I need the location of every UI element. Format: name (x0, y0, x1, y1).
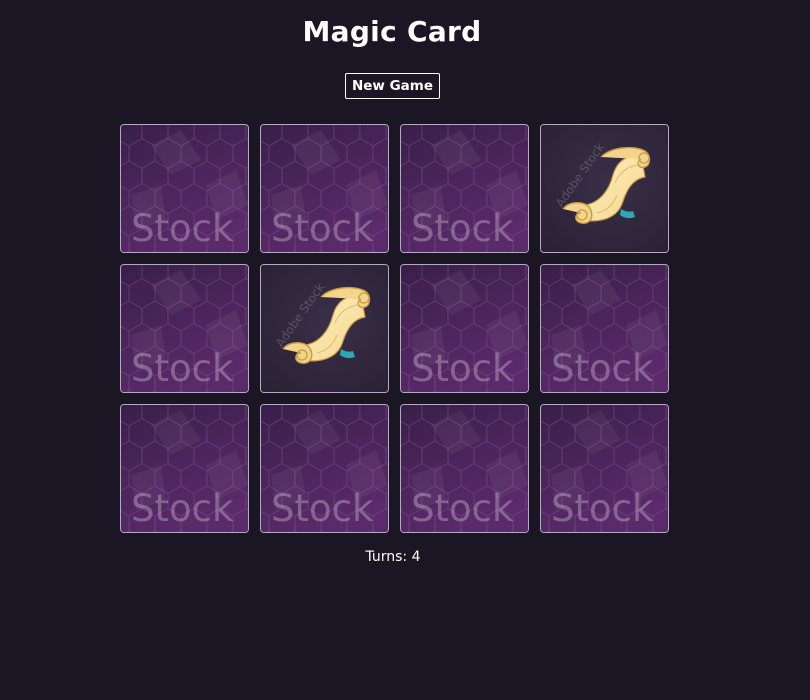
scroll-icon: Adobe Stock (541, 125, 668, 252)
card-back-pattern: Stock (261, 125, 388, 252)
card-face-down[interactable]: Stock (400, 264, 529, 393)
card-face-down[interactable]: Stock (260, 404, 389, 533)
card-back-pattern: Stock (401, 405, 528, 532)
card-back-pattern: Stock (401, 265, 528, 392)
card-face-down[interactable]: Stock (120, 404, 249, 533)
svg-text:Stock: Stock (131, 207, 234, 250)
card-back-pattern: Stock (541, 405, 668, 532)
card-face-down[interactable]: Stock (400, 404, 529, 533)
turns-counter: Turns: 4 (0, 549, 786, 565)
card-back-pattern: Stock (401, 125, 528, 252)
card-back-pattern: Stock (121, 405, 248, 532)
card-back-pattern: Stock (121, 265, 248, 392)
card-face-down[interactable]: Stock (540, 404, 669, 533)
page-title: Magic Card (302, 15, 482, 48)
svg-text:Stock: Stock (551, 347, 654, 390)
card-back-pattern: Stock (261, 405, 388, 532)
svg-text:Stock: Stock (271, 487, 374, 530)
svg-text:Stock: Stock (271, 207, 374, 250)
card-face-down[interactable]: Stock (260, 124, 389, 253)
svg-text:Stock: Stock (411, 207, 514, 250)
card-face-down[interactable]: Stock (540, 264, 669, 393)
svg-text:Stock: Stock (411, 487, 514, 530)
card-face-up[interactable]: Adobe Stock (540, 124, 669, 253)
card-back-pattern: Stock (541, 265, 668, 392)
svg-text:Stock: Stock (411, 347, 514, 390)
card-grid: Stock Stock Stock Adobe Stock Stock Adobe Sto… (120, 124, 669, 533)
magic-card-game: Magic Card New Game Stock Stock Stock Adobe… (0, 0, 810, 700)
turns-value: 4 (411, 549, 421, 565)
card-face-down[interactable]: Stock (120, 124, 249, 253)
card-face-up[interactable]: Adobe Stock (260, 264, 389, 393)
scroll-icon: Adobe Stock (261, 265, 388, 392)
new-game-button[interactable]: New Game (345, 73, 440, 99)
card-face-down[interactable]: Stock (400, 124, 529, 253)
turns-label: Turns: (365, 549, 408, 565)
card-back-pattern: Stock (121, 125, 248, 252)
svg-text:Stock: Stock (551, 487, 654, 530)
card-face-down[interactable]: Stock (120, 264, 249, 393)
svg-text:Stock: Stock (131, 347, 234, 390)
svg-text:Stock: Stock (131, 487, 234, 530)
